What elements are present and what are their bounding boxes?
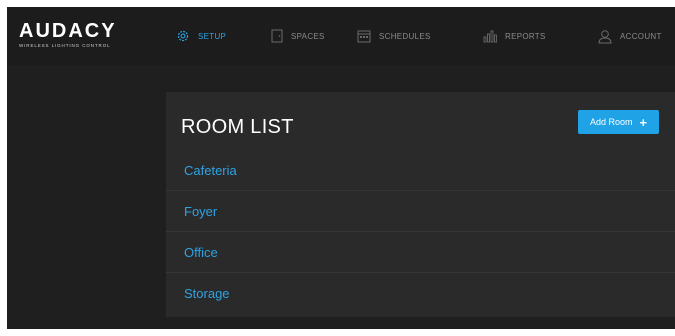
- app-window: AUDACY WIRELESS LIGHTING CONTROL SETUP S…: [7, 7, 675, 329]
- logo-tagline: WIRELESS LIGHTING CONTROL: [19, 43, 111, 48]
- nav-reports[interactable]: REPORTS: [483, 7, 546, 65]
- room-item-storage[interactable]: Storage: [166, 273, 675, 314]
- user-icon: [598, 29, 612, 43]
- gear-icon: [177, 30, 189, 42]
- add-room-button-label: Add Room: [589, 117, 633, 127]
- nav-schedules[interactable]: SCHEDULES: [357, 7, 431, 65]
- room-item-cafeteria[interactable]: Cafeteria: [166, 150, 675, 191]
- top-navigation-bar: AUDACY WIRELESS LIGHTING CONTROL SETUP S…: [7, 7, 675, 65]
- nav-setup-label: SETUP: [198, 31, 227, 41]
- calendar-icon: [357, 30, 371, 42]
- page-title: ROOM LIST: [181, 116, 294, 138]
- room-list-panel: ROOM LIST Add Room + Cafeteria Foyer Off…: [166, 92, 675, 317]
- room-list: Cafeteria Foyer Office Storage: [166, 150, 675, 314]
- nav-account-label: ACCOUNT: [620, 31, 662, 41]
- nav-reports-label: REPORTS: [505, 31, 546, 41]
- nav-setup[interactable]: SETUP: [176, 7, 226, 65]
- logo-wordmark: AUDACY: [19, 20, 117, 42]
- bar-chart-icon: [483, 30, 497, 43]
- door-icon: [271, 29, 283, 43]
- add-room-button[interactable]: Add Room +: [578, 110, 659, 134]
- nav-spaces[interactable]: SPACES: [271, 7, 325, 65]
- room-item-foyer[interactable]: Foyer: [166, 191, 675, 232]
- nav-schedules-label: SCHEDULES: [379, 31, 431, 41]
- room-item-office[interactable]: Office: [166, 232, 675, 273]
- plus-icon: +: [639, 114, 648, 130]
- audacy-logo: AUDACY WIRELESS LIGHTING CONTROL: [19, 21, 117, 49]
- nav-account[interactable]: ACCOUNT: [598, 7, 662, 65]
- nav-spaces-label: SPACES: [291, 31, 325, 41]
